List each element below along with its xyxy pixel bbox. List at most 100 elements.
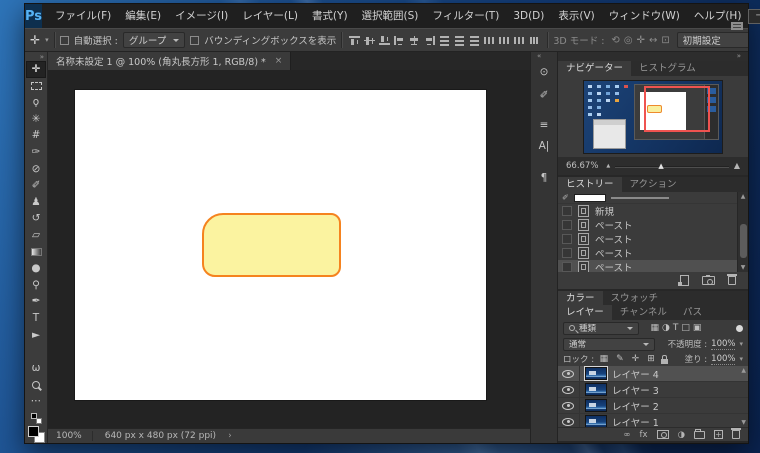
distribute-right-edges-icon[interactable]	[513, 35, 526, 46]
history-snapshot-row[interactable]: ✐	[558, 192, 737, 204]
menu-select[interactable]: 選択範囲(S)	[355, 4, 426, 28]
edit-toolbar-button[interactable]: ⋯	[26, 393, 46, 410]
new-snapshot-icon[interactable]	[702, 275, 715, 285]
distribute-left-edges-icon[interactable]	[483, 35, 496, 46]
tab-navigator[interactable]: ナビゲーター	[558, 61, 632, 76]
align-top-edges-icon[interactable]	[348, 35, 361, 46]
tool-preset-chevron-icon[interactable]: ▾	[45, 36, 49, 44]
distribute-spacing-icon[interactable]	[528, 35, 541, 46]
brushes-panel-icon[interactable]: ✐	[532, 84, 556, 105]
layer-filter-dropdown[interactable]: 種類	[563, 321, 639, 335]
layers-scroll-up-icon[interactable]: ▲	[741, 367, 746, 374]
layer-thumbnail[interactable]	[585, 415, 607, 427]
history-state-row[interactable]: ペースト	[558, 218, 737, 232]
distribute-vertical-centers-icon[interactable]	[453, 35, 466, 46]
zoom-slider-thumb[interactable]: ▲	[658, 162, 663, 170]
tab-color[interactable]: カラー	[558, 291, 603, 306]
tab-paths[interactable]: パス	[675, 305, 710, 320]
status-more-chevron[interactable]: ›	[228, 431, 232, 441]
distribute-bottom-edges-icon[interactable]	[468, 35, 481, 46]
tab-histogram[interactable]: ヒストグラム	[631, 61, 704, 76]
filter-shape-layers-icon[interactable]: □	[680, 323, 692, 333]
zoom-out-icon[interactable]: ▲	[606, 163, 610, 169]
menu-window[interactable]: ウィンドウ(W)	[602, 4, 687, 28]
layer-visibility-eye-icon[interactable]	[562, 369, 574, 378]
3d-scale-icon[interactable]: ⊡	[659, 35, 671, 46]
move-tool[interactable]: ✛	[26, 61, 46, 78]
blur-tool[interactable]: ●	[26, 260, 46, 277]
scroll-down-icon[interactable]: ▼	[741, 264, 746, 271]
tab-swatches[interactable]: スウォッチ	[603, 291, 667, 306]
link-layers-icon[interactable]: ∞	[623, 430, 630, 440]
layer-visibility-eye-icon[interactable]	[562, 401, 574, 410]
layers-scroll-down-icon[interactable]: ▼	[741, 419, 746, 426]
foreground-color-swatch[interactable]	[27, 426, 39, 438]
history-scrollbar[interactable]: ▲ ▼	[737, 192, 748, 272]
default-colors-icon[interactable]	[30, 413, 42, 425]
rectangular-marquee-tool[interactable]	[26, 78, 46, 95]
align-horizontal-centers-icon[interactable]	[408, 35, 421, 46]
3d-roll-icon[interactable]: ◎	[622, 35, 635, 46]
eyedropper-tool[interactable]: ✑	[26, 144, 46, 161]
align-left-edges-icon[interactable]	[393, 35, 406, 46]
lock-artboard-icon[interactable]: ⊞	[646, 354, 657, 364]
fill-value[interactable]: 100%	[711, 354, 736, 365]
history-source-well[interactable]	[562, 206, 572, 216]
tab-channels[interactable]: チャンネル	[612, 305, 675, 320]
filter-adjustment-layers-icon[interactable]: ◑	[661, 323, 672, 333]
layer-row[interactable]: レイヤー 3	[558, 382, 748, 398]
brush-tool[interactable]: ✐	[26, 177, 46, 194]
layer-group-icon[interactable]	[694, 428, 705, 439]
tab-history[interactable]: ヒストリー	[558, 177, 622, 192]
zoom-tool[interactable]	[26, 376, 46, 393]
layer-thumbnail[interactable]	[585, 367, 607, 380]
gradient-tool[interactable]	[26, 244, 46, 261]
menu-image[interactable]: イメージ(I)	[168, 4, 235, 28]
history-state-row[interactable]: ペースト	[558, 260, 737, 272]
layer-name[interactable]: レイヤー 1	[612, 415, 659, 428]
type-tool[interactable]: T	[26, 310, 46, 327]
auto-select-checkbox[interactable]	[59, 35, 69, 45]
3d-drag-icon[interactable]: ✛	[635, 35, 647, 46]
history-source-well[interactable]	[562, 220, 572, 230]
spot-healing-brush-tool[interactable]: ⊘	[26, 161, 46, 178]
tab-layers[interactable]: レイヤー	[558, 305, 612, 320]
filter-toggle-icon[interactable]	[736, 324, 743, 332]
menu-edit[interactable]: 編集(E)	[118, 4, 168, 28]
hand-tool[interactable]: ω	[26, 360, 46, 377]
menu-file[interactable]: ファイル(F)	[48, 4, 118, 28]
history-source-well[interactable]	[562, 234, 572, 244]
filter-smart-objects-icon[interactable]: ▣	[691, 323, 703, 333]
dodge-tool[interactable]: ⚲	[26, 277, 46, 294]
tab-actions[interactable]: アクション	[622, 177, 685, 192]
3d-slide-icon[interactable]: ↔	[647, 35, 659, 46]
delete-state-icon[interactable]	[727, 274, 737, 285]
auto-select-dropdown[interactable]: グループ	[122, 32, 186, 48]
layer-name[interactable]: レイヤー 3	[612, 383, 659, 397]
layer-name[interactable]: レイヤー 4	[612, 367, 659, 381]
history-state-row[interactable]: ペースト	[558, 232, 737, 246]
pasteboard[interactable]	[48, 70, 530, 428]
character-panel-icon[interactable]: A|	[532, 135, 556, 156]
navigator-zoom-slider[interactable]: ▲ ▲ ▲	[606, 162, 740, 170]
lock-transparency-icon[interactable]: ▦	[598, 354, 610, 364]
quick-selection-tool[interactable]: ✳	[26, 111, 46, 128]
document-tab-close-icon[interactable]: ×	[275, 56, 283, 66]
lock-all-icon[interactable]	[661, 354, 669, 364]
menu-filter[interactable]: フィルター(T)	[425, 4, 506, 28]
pen-tool[interactable]: ✒	[26, 293, 46, 310]
navigator-zoom-value[interactable]: 66.67%	[566, 161, 598, 171]
brush-settings-panel-icon[interactable]: ≡	[532, 114, 556, 135]
layer-name[interactable]: レイヤー 2	[612, 399, 659, 413]
layer-mask-icon[interactable]	[656, 430, 669, 439]
layer-visibility-eye-icon[interactable]	[562, 385, 574, 394]
distribute-top-edges-icon[interactable]	[438, 35, 451, 46]
distribute-horizontal-centers-icon[interactable]	[498, 35, 511, 46]
history-brush-tool[interactable]: ↺	[26, 210, 46, 227]
lock-paint-icon[interactable]: ✎	[615, 354, 626, 364]
panel-menu-icon[interactable]	[731, 22, 743, 30]
navigator-thumbnail[interactable]	[584, 80, 722, 153]
rounded-rectangle-shape[interactable]	[202, 213, 341, 277]
scroll-up-icon[interactable]: ▲	[741, 193, 746, 200]
new-layer-icon[interactable]	[714, 430, 723, 439]
